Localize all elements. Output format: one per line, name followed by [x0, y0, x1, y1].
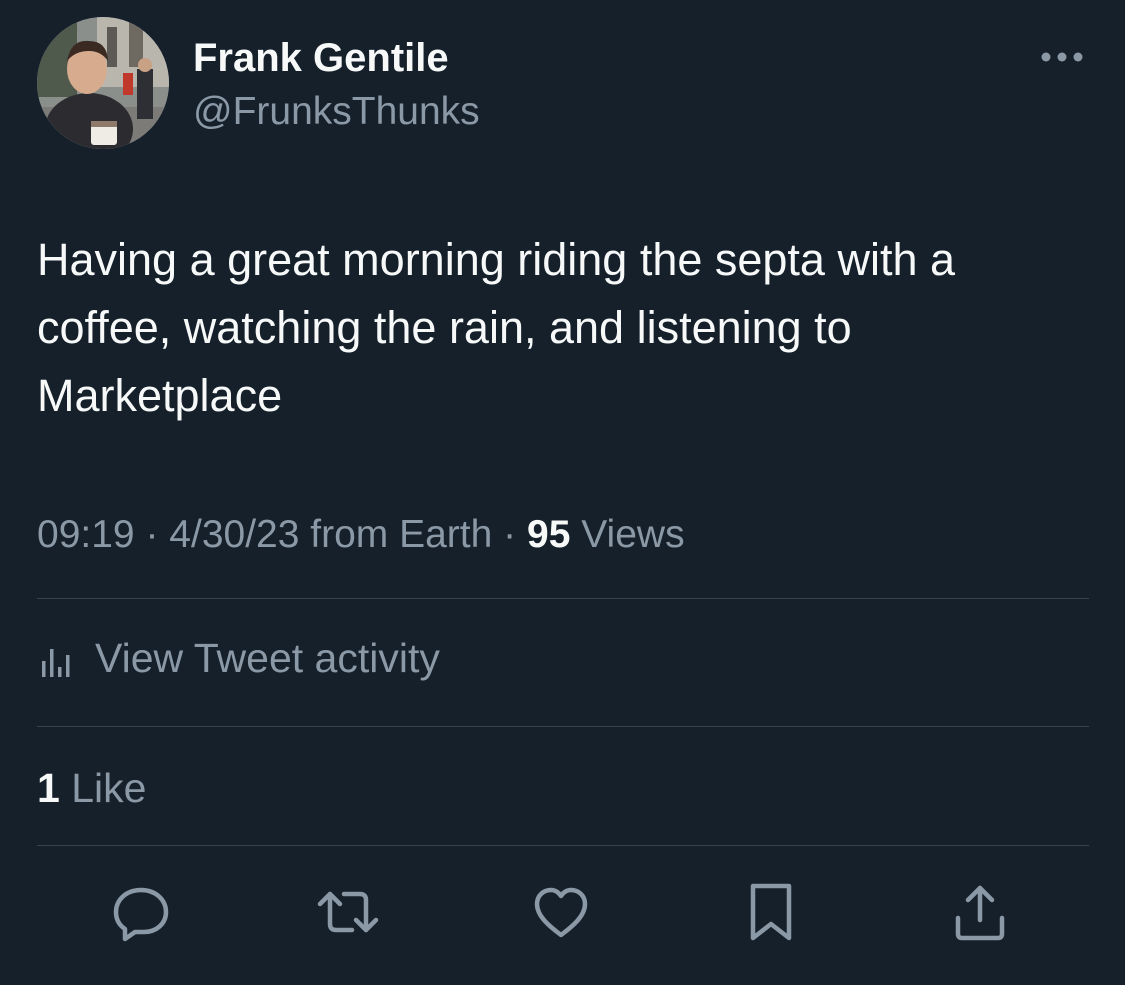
- retweet-button[interactable]: [316, 880, 380, 944]
- tweet-text: Having a great morning riding the septa …: [37, 234, 956, 421]
- heart-icon: [534, 887, 588, 938]
- likes-label: Like: [71, 765, 147, 811]
- divider: [37, 726, 1089, 727]
- more-options-button[interactable]: [1036, 42, 1088, 72]
- divider: [37, 598, 1089, 599]
- bar-chart-icon: [42, 649, 70, 677]
- share-button[interactable]: [948, 880, 1012, 944]
- tweet-detail: Frank Gentile @FrunksThunks Having a gre…: [0, 0, 1125, 985]
- view-tweet-activity-label: View Tweet activity: [95, 635, 440, 681]
- author-handle[interactable]: @FrunksThunks: [193, 88, 480, 136]
- tweet-date[interactable]: 4/30/23: [169, 513, 299, 556]
- divider: [37, 845, 1089, 846]
- like-button[interactable]: [529, 880, 593, 944]
- tweet-meta: 09:19 · 4/30/23 from Earth · 95 Views: [37, 510, 685, 560]
- likes-count: 1: [37, 765, 60, 811]
- author-name[interactable]: Frank Gentile: [193, 34, 449, 82]
- meta-separator: ·: [503, 513, 517, 556]
- meta-separator: ·: [145, 513, 159, 556]
- avatar[interactable]: [37, 17, 169, 149]
- share-upload-icon: [955, 885, 1005, 941]
- likes-summary[interactable]: 1 Like: [37, 762, 146, 814]
- bookmark-button[interactable]: [739, 880, 803, 944]
- views-label: Views: [581, 513, 685, 556]
- reply-bubble-icon: [113, 887, 169, 942]
- avatar-photo: [37, 17, 169, 149]
- tweet-time[interactable]: 09:19: [37, 513, 135, 556]
- bookmark-icon: [750, 883, 792, 941]
- more-horizontal-icon: [1041, 52, 1083, 62]
- views-count: 95: [527, 513, 571, 556]
- reply-button[interactable]: [109, 880, 173, 944]
- retweet-icon: [317, 891, 379, 933]
- tweet-source: from Earth: [310, 513, 493, 556]
- view-tweet-activity-link[interactable]: View Tweet activity: [37, 630, 440, 686]
